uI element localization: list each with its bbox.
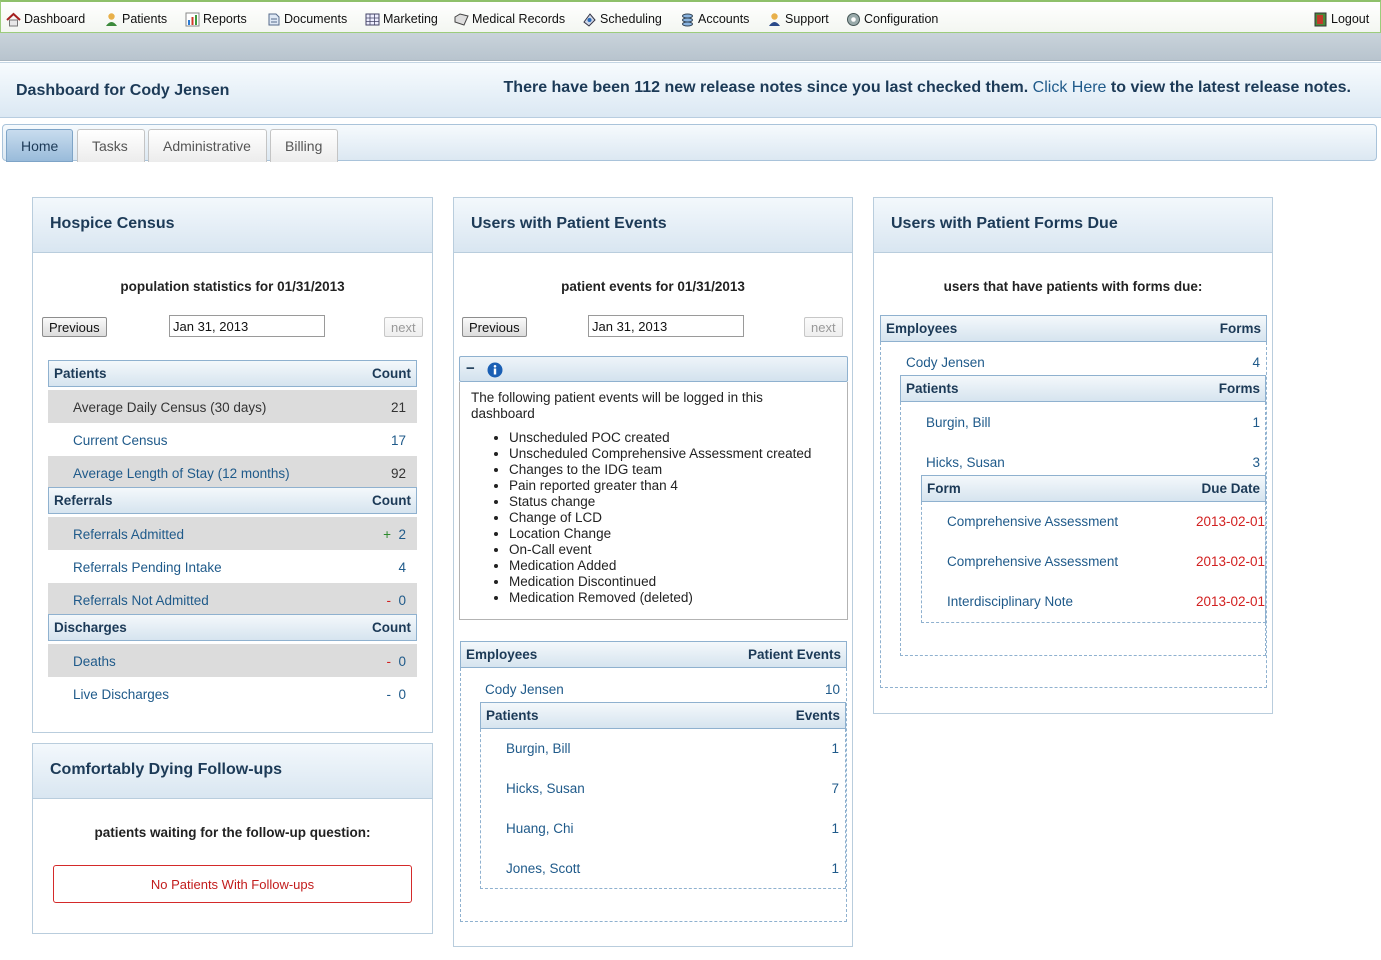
list-item: Medication Discontinued	[509, 574, 847, 590]
previous-button[interactable]: Previous	[42, 317, 107, 337]
hospice-census-panel: Hospice Census population statistics for…	[32, 197, 433, 733]
list-item: Location Change	[509, 526, 847, 542]
collapse-toggle[interactable]: −	[466, 360, 475, 377]
events-date-input[interactable]	[588, 315, 744, 337]
patients-table-header: Patients Events	[480, 702, 846, 729]
nav-documents[interactable]: Documents	[266, 9, 347, 29]
patients-table-header: Patients Forms	[900, 375, 1266, 402]
schedule-icon	[582, 12, 597, 27]
patient-events-panel: Users with Patient Events patient events…	[453, 197, 853, 947]
list-item: Change of LCD	[509, 510, 847, 526]
next-button[interactable]: next	[804, 317, 843, 337]
referrals-table-header: Referrals Count	[48, 487, 417, 514]
nav-accounts[interactable]: Accounts	[680, 9, 749, 29]
nav-configuration[interactable]: Configuration	[846, 9, 938, 29]
event-types-list: Unscheduled POC created Unscheduled Comp…	[471, 430, 847, 606]
support-person-icon	[767, 12, 782, 27]
list-item: Changes to the IDG team	[509, 462, 847, 478]
nav-logout[interactable]: Logout	[1313, 9, 1369, 29]
nav-support[interactable]: Support	[767, 9, 829, 29]
tab-tasks[interactable]: Tasks	[77, 129, 145, 162]
table-row[interactable]: Referrals Admitted + 2	[48, 517, 417, 550]
nav-reports[interactable]: Reports	[185, 9, 247, 29]
toolbar-strip	[0, 33, 1381, 61]
logout-icon	[1313, 12, 1328, 27]
table-row[interactable]: Referrals Pending Intake 4	[48, 550, 417, 583]
panel-title: Comfortably Dying Follow-ups	[33, 744, 432, 799]
table-row[interactable]: Live Discharges - 0	[48, 677, 417, 710]
employees-table-header: Employees Forms	[880, 315, 1267, 342]
tab-bar: Home Tasks Administrative Billing	[2, 124, 1377, 162]
table-row[interactable]: Referrals Not Admitted - 0	[48, 583, 417, 616]
employees-table-header: Employees Patient Events	[460, 641, 847, 668]
tab-billing[interactable]: Billing	[270, 129, 338, 162]
list-item: Unscheduled POC created	[509, 430, 847, 446]
list-item: Medication Added	[509, 558, 847, 574]
previous-button[interactable]: Previous	[462, 317, 527, 337]
nav-dashboard[interactable]: Dashboard	[6, 9, 85, 29]
chart-icon	[185, 12, 200, 27]
nav-patients[interactable]: Patients	[104, 9, 167, 29]
next-button[interactable]: next	[384, 317, 423, 337]
home-icon	[6, 12, 21, 27]
list-item: Medication Removed (deleted)	[509, 590, 847, 606]
dashboard-header: Dashboard for Cody Jensen There have bee…	[0, 62, 1381, 118]
top-nav: Dashboard Patients Reports Documents Mar…	[0, 0, 1381, 33]
forms-table-header: Form Due Date	[921, 475, 1266, 502]
person-icon	[104, 12, 119, 27]
list-item: Unscheduled Comprehensive Assessment cre…	[509, 446, 847, 462]
table-row[interactable]: Current Census 17	[48, 423, 417, 456]
nav-marketing[interactable]: Marketing	[365, 9, 438, 29]
table-row: Average Daily Census (30 days) 21	[48, 390, 417, 423]
accounts-icon	[680, 12, 695, 27]
panel-title: Users with Patient Forms Due	[874, 198, 1272, 253]
list-item: Pain reported greater than 4	[509, 478, 847, 494]
tab-administrative[interactable]: Administrative	[148, 129, 267, 162]
folder-icon	[454, 12, 469, 27]
nav-scheduling[interactable]: Scheduling	[582, 9, 662, 29]
info-box-body: The following patient events will be log…	[459, 382, 848, 620]
nav-medical-records[interactable]: Medical Records	[454, 9, 565, 29]
follow-ups-panel: Comfortably Dying Follow-ups patients wa…	[32, 743, 433, 934]
patients-table-header: Patients Count	[48, 360, 417, 387]
tab-home[interactable]: Home	[6, 129, 73, 162]
forms-due-panel: Users with Patient Forms Due users that …	[873, 197, 1273, 714]
panel-title: Hospice Census	[33, 198, 432, 253]
panel-subtitle: population statistics for 01/31/2013	[120, 279, 345, 294]
gear-icon	[846, 12, 861, 27]
calendar-grid-icon	[365, 12, 380, 27]
panel-title: Users with Patient Events	[454, 198, 852, 253]
table-row[interactable]: Average Length of Stay (12 months) 92	[48, 456, 417, 489]
no-followups-message: No Patients With Follow-ups	[53, 865, 412, 903]
release-notes-link[interactable]: Click Here	[1033, 79, 1107, 96]
census-date-input[interactable]	[169, 315, 325, 337]
panel-subtitle: users that have patients with forms due:	[943, 279, 1203, 294]
info-icon	[487, 362, 503, 381]
list-item: On-Call event	[509, 542, 847, 558]
table-row[interactable]: Deaths - 0	[48, 644, 417, 677]
discharges-table-header: Discharges Count	[48, 614, 417, 641]
page-title: Dashboard for Cody Jensen	[16, 82, 230, 99]
document-icon	[266, 12, 281, 27]
release-notes-banner: There have been 112 new release notes si…	[503, 79, 1351, 96]
info-box-header[interactable]: −	[459, 356, 848, 382]
list-item: Status change	[509, 494, 847, 510]
panel-subtitle: patients waiting for the follow-up quest…	[94, 825, 371, 840]
panel-subtitle: patient events for 01/31/2013	[561, 279, 745, 294]
